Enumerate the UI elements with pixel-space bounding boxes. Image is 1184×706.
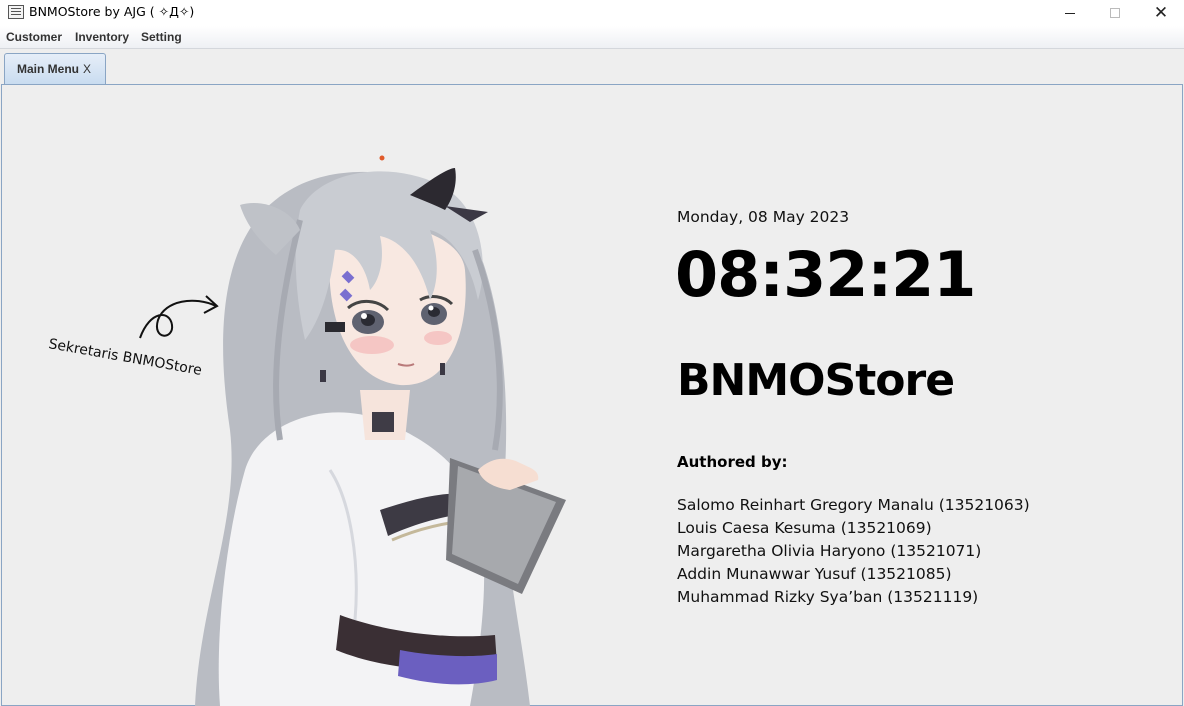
minimize-icon — [1065, 12, 1075, 14]
authored-by-label: Authored by: — [677, 453, 788, 471]
current-date: Monday, 08 May 2023 — [677, 208, 850, 226]
minimize-button[interactable] — [1047, 0, 1093, 26]
maximize-button[interactable] — [1092, 0, 1138, 26]
author-item: Margaretha Olivia Haryono (13521071) — [677, 542, 982, 560]
caption-arrow-icon — [139, 299, 217, 339]
close-icon: ✕ — [1153, 2, 1169, 23]
collar-badge — [372, 412, 394, 432]
author-item: Salomo Reinhart Gregory Manalu (13521063… — [677, 496, 1030, 514]
close-button[interactable]: ✕ — [1138, 0, 1184, 26]
current-time: 08:32:21 — [675, 238, 976, 311]
caption-text: Sekretaris BNMOStore — [47, 336, 203, 379]
illustration-caption: Sekretaris BNMOStore — [47, 295, 219, 379]
author-item: Muhammad Rizky Sya’ban (13521119) — [677, 588, 979, 606]
maximize-icon — [1110, 8, 1120, 18]
store-name: BNMOStore — [677, 355, 955, 406]
author-item: Addin Munawwar Yusuf (13521085) — [677, 565, 952, 583]
secretary-illustration: Sekretaris BNMOStore — [47, 155, 566, 706]
authors-list: Salomo Reinhart Gregory Manalu (13521063… — [677, 495, 1030, 610]
author-item: Louis Caesa Kesuma (13521069) — [677, 519, 932, 537]
